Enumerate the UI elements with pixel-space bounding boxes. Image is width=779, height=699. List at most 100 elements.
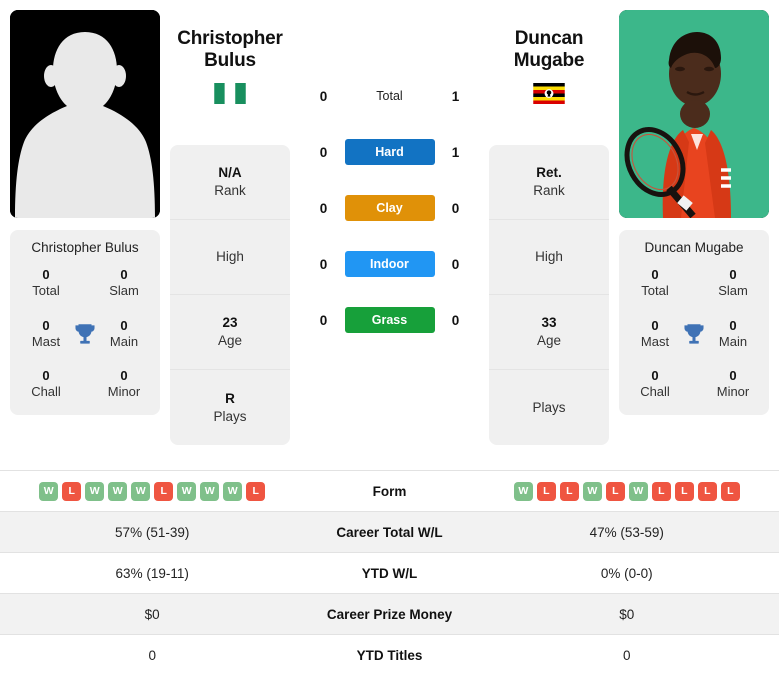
nigeria-flag-icon xyxy=(214,82,246,104)
h2h-row-clay: 0 Clay 0 xyxy=(290,180,489,236)
form-badge-list: WLLWLWLLLL xyxy=(475,481,779,501)
form-badge-loss[interactable]: L xyxy=(62,481,82,501)
form-badge-loss[interactable]: L xyxy=(720,481,740,501)
left-player-name-block: Christopher Bulus xyxy=(170,10,290,145)
player-placeholder-icon xyxy=(10,10,160,218)
h2h-left-value: 0 xyxy=(319,144,328,160)
stat-slam: 0 Slam xyxy=(96,267,152,300)
stat-minor: 0 Minor xyxy=(96,368,152,401)
stat-slam-value: 0 xyxy=(120,267,128,282)
h2h-left-value: 0 xyxy=(319,256,328,272)
right-rank-value: Ret. xyxy=(536,165,562,181)
form-badge-loss[interactable]: L xyxy=(605,481,625,501)
form-badge-win[interactable]: W xyxy=(582,481,602,501)
right-high-cell: High xyxy=(489,220,609,295)
stat-main: 0 Main xyxy=(705,318,761,351)
h2h-row-total: 0 Total 1 xyxy=(290,68,489,124)
stat-chall-value: 0 xyxy=(651,368,659,383)
titles-row-chall-minor: 0 Chall 0 Minor xyxy=(619,368,769,401)
surface-badge-grass[interactable]: Grass xyxy=(344,307,435,333)
stat-row-label: YTD Titles xyxy=(356,647,423,663)
stat-chall: 0 Chall xyxy=(627,368,683,401)
right-player-name-block: Duncan Mugabe xyxy=(489,10,609,145)
form-badge-win[interactable]: W xyxy=(223,481,243,501)
h2h-surface-label-wrap: Clay xyxy=(344,195,435,221)
left-high-label: High xyxy=(216,249,244,265)
left-rank-value: N/A xyxy=(218,165,242,181)
stat-mast-value: 0 xyxy=(42,317,50,333)
left-plays-cell: R Plays xyxy=(170,370,290,445)
left-player-photo-column: Christopher Bulus 0 Total 0 Slam 0 Mast xyxy=(0,10,170,415)
table-row: 63% (19-11) YTD W/L 0% (0-0) xyxy=(0,552,779,594)
h2h-right-value: 0 xyxy=(451,312,460,328)
right-player-photo-column: Duncan Mugabe 0 Total 0 Slam 0 Mast 0 Ma… xyxy=(609,10,779,415)
left-rank-cell: N/A Rank xyxy=(170,145,290,220)
right-form-cell: WLLWLWLLLL xyxy=(475,471,779,512)
head-to-head-surface-column: 0 Total 1 0 Hard 1 0 Clay 0 0 Indoor 0 0 Grass 0 xyxy=(290,10,489,348)
h2h-right-value: 0 xyxy=(451,256,460,272)
right-age-label: Age xyxy=(536,333,562,348)
right-plays-label: Plays xyxy=(532,399,566,415)
player-comparison-header: Christopher Bulus 0 Total 0 Slam 0 Mast xyxy=(0,0,779,470)
stat-minor-value: 0 xyxy=(120,368,128,383)
trophy-icon xyxy=(684,324,704,344)
left-player-titles-card: Christopher Bulus 0 Total 0 Slam 0 Mast xyxy=(10,230,160,415)
surface-badge-indoor[interactable]: Indoor xyxy=(344,251,435,277)
table-row: 57% (51-39) Career Total W/L 47% (53-59) xyxy=(0,511,779,553)
form-badge-loss[interactable]: L xyxy=(154,481,174,501)
left-form-cell: WLWWWLWWWL xyxy=(0,471,304,512)
right-player-photo[interactable] xyxy=(619,10,769,218)
stat-main-label: Main xyxy=(718,333,748,349)
form-badge-loss[interactable]: L xyxy=(697,481,717,501)
left-age-value: 23 xyxy=(222,315,238,331)
left-rank-label: Rank xyxy=(214,183,246,198)
h2h-right-value: 0 xyxy=(451,200,460,216)
stat-chall: 0 Chall xyxy=(18,368,74,401)
form-badge-win[interactable]: W xyxy=(108,481,128,501)
tennis-player-photo-graphic xyxy=(619,10,769,218)
left-player-photo[interactable] xyxy=(10,10,160,218)
right-player-last-name: Mugabe xyxy=(513,50,585,72)
titles-row-total-slam: 0 Total 0 Slam xyxy=(619,267,769,300)
left-ytd_wl-value: 63% (19-11) xyxy=(115,565,189,581)
left-player-info-card: N/A Rank High 23 Age R Plays xyxy=(170,145,290,445)
form-badge-loss[interactable]: L xyxy=(651,481,671,501)
h2h-surface-label-wrap: Grass xyxy=(344,307,435,333)
table-row: W L W W W L W W W L Form W L L W L W L L L L xyxy=(0,470,779,512)
stat-row-label: Career Total W/L xyxy=(336,524,443,540)
h2h-row-indoor: 0 Indoor 0 xyxy=(290,236,489,292)
stat-main-value: 0 xyxy=(120,317,128,333)
surface-badge-clay[interactable]: Clay xyxy=(344,195,435,221)
left-age-label: Age xyxy=(217,333,243,348)
form-badge-loss[interactable]: L xyxy=(246,481,266,501)
h2h-row-grass: 0 Grass 0 xyxy=(290,292,489,348)
form-badge-win[interactable]: W xyxy=(177,481,197,501)
form-badge-win[interactable]: W xyxy=(85,481,105,501)
form-badge-win[interactable]: W xyxy=(39,481,59,501)
form-badge-loss[interactable]: L xyxy=(536,481,556,501)
right-age-value: 33 xyxy=(541,315,557,331)
form-badge-win[interactable]: W xyxy=(131,481,151,501)
stat-minor-label: Minor xyxy=(107,384,141,400)
stat-slam-label: Slam xyxy=(718,283,748,299)
form-badge-loss[interactable]: L xyxy=(674,481,694,501)
right-ytd_wl-value: 0% (0-0) xyxy=(600,565,653,581)
comparison-stats-table: W L W W W L W W W L Form W L L W L W L L L L 57% (51-39) Caree… xyxy=(0,470,779,676)
left-player-card-name: Christopher Bulus xyxy=(31,240,139,255)
left-player-last-name: Bulus xyxy=(204,50,256,72)
form-badge-win[interactable]: W xyxy=(200,481,220,501)
right-rank-cell: Ret. Rank xyxy=(489,145,609,220)
titles-row-chall-minor: 0 Chall 0 Minor xyxy=(10,368,160,401)
form-badge-win[interactable]: W xyxy=(513,481,533,501)
stat-row-label: Form xyxy=(372,483,407,499)
h2h-surface-label-wrap: Hard xyxy=(344,139,435,165)
table-row: $0 Career Prize Money $0 xyxy=(0,593,779,635)
stat-minor-value: 0 xyxy=(729,368,737,383)
stat-total-label: Total xyxy=(641,283,669,299)
surface-badge-hard[interactable]: Hard xyxy=(344,139,435,165)
right-high-label: High xyxy=(535,249,563,265)
left-player-info-column: Christopher Bulus N/A Rank High 23 Age R… xyxy=(170,10,290,445)
table-row: 0 YTD Titles 0 xyxy=(0,634,779,676)
form-badge-loss[interactable]: L xyxy=(559,481,579,501)
form-badge-win[interactable]: W xyxy=(628,481,648,501)
